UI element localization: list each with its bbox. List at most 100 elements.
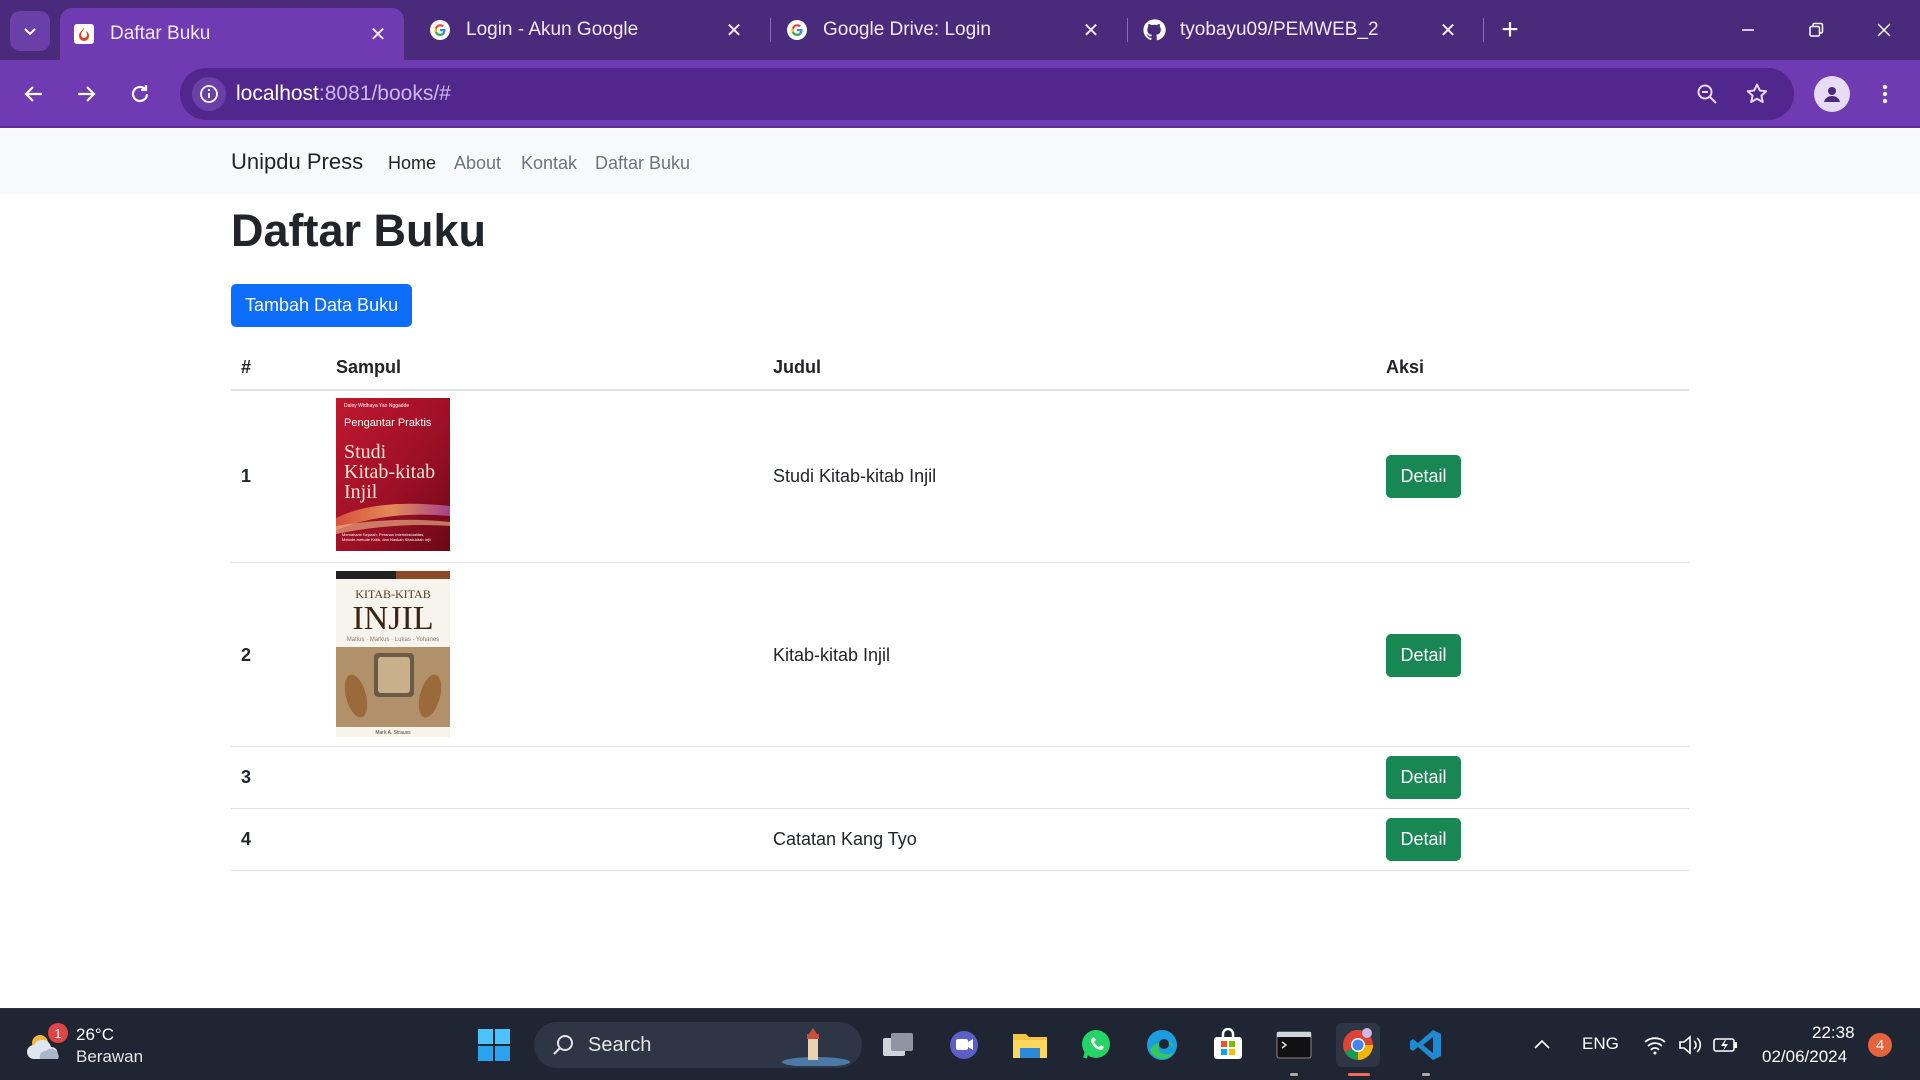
cover-title-big: INJIL	[352, 600, 433, 637]
reload-icon	[131, 85, 149, 103]
close-icon	[1877, 23, 1891, 37]
forward-button[interactable]	[68, 76, 104, 112]
nav-link-about[interactable]: About	[454, 153, 501, 174]
arrow-right-icon	[78, 86, 96, 102]
edge-browser-icon[interactable]	[1140, 1023, 1184, 1067]
close-icon[interactable]: ✕	[1434, 16, 1462, 44]
detail-button[interactable]: Detail	[1386, 634, 1461, 677]
close-icon[interactable]: ✕	[720, 16, 748, 44]
zoom-icon[interactable]	[1692, 79, 1722, 109]
row-number: 2	[241, 645, 252, 665]
detail-button[interactable]: Detail	[1386, 818, 1461, 861]
restore-icon	[1809, 22, 1824, 37]
close-icon[interactable]: ✕	[364, 20, 392, 48]
site-navbar: Unipdu Press Home About Kontak Daftar Bu…	[0, 130, 1920, 194]
github-icon	[1142, 18, 1166, 42]
book-cover-image: KITAB-KITAB INJIL Matius · Markus · Luka…	[336, 571, 450, 737]
microsoft-store-icon[interactable]	[1206, 1023, 1250, 1067]
url-text[interactable]: localhost:8081/books/#	[236, 82, 451, 106]
teams-chat-icon[interactable]	[942, 1023, 986, 1067]
chevron-up-icon[interactable]	[1520, 1023, 1564, 1067]
chevron-down-icon	[24, 28, 36, 36]
tab-title: Daftar Buku	[110, 23, 211, 44]
add-book-button[interactable]: Tambah Data Buku	[231, 284, 413, 327]
windows-taskbar: 1 26°C Berawan Search ENG 22:38 02/06/20…	[0, 1008, 1920, 1080]
clock-date[interactable]: 02/06/2024	[1762, 1047, 1847, 1067]
table-row: 4 Catatan Kang Tyo Detail	[231, 809, 1689, 871]
battery-charging-icon[interactable]	[1704, 1023, 1748, 1067]
row-number: 3	[241, 767, 252, 787]
address-bar[interactable]: localhost:8081/books/#	[180, 68, 1794, 120]
browser-toolbar: localhost:8081/books/#	[0, 60, 1920, 128]
detail-button[interactable]: Detail	[1386, 756, 1461, 799]
language-indicator[interactable]: ENG	[1582, 1034, 1619, 1054]
nav-link-daftar-buku[interactable]: Daftar Buku	[595, 153, 690, 174]
search-highlight-lighthouse-icon	[782, 1028, 850, 1066]
notification-count-badge[interactable]: 4	[1868, 1033, 1892, 1057]
cover-title-small: KITAB-KITAB	[355, 587, 430, 601]
whatsapp-icon[interactable]	[1074, 1023, 1118, 1067]
more-menu-icon[interactable]	[1870, 76, 1900, 112]
tab-separator	[1127, 18, 1128, 42]
tab-github-repo[interactable]: tyobayu09/PEMWEB_2 ✕	[1130, 8, 1474, 52]
book-title: Studi Kitab-kitab Injil	[773, 466, 937, 486]
header-judul: Judul	[773, 357, 821, 377]
minimize-button[interactable]	[1728, 12, 1768, 48]
task-view-icon[interactable]	[876, 1023, 920, 1067]
header-number: #	[241, 357, 252, 377]
running-indicator	[1290, 1073, 1298, 1076]
chrome-icon[interactable]	[1336, 1023, 1380, 1067]
weather-widget[interactable]: 1 26°C Berawan	[26, 1023, 146, 1067]
table-row: 1 Pengantar Praktis Studi Kitab-kitab In…	[231, 391, 1689, 563]
bookmark-star-icon[interactable]	[1742, 79, 1772, 109]
site-info-icon[interactable]	[192, 77, 226, 111]
profile-avatar-icon[interactable]	[1814, 76, 1850, 112]
table-header: # Sampul Judul Aksi	[231, 344, 1689, 391]
cover-title-small: Pengantar Praktis	[344, 417, 432, 429]
tab-google-drive-login[interactable]: Google Drive: Login ✕	[773, 8, 1117, 52]
tab-login-akun-google[interactable]: Login - Akun Google ✕	[416, 8, 760, 52]
cover-author: Daley Widhaya Yan Nggadde	[344, 403, 409, 409]
row-number: 1	[241, 466, 252, 486]
cover-subtitle: Memahami Sejarah, Peranan Intertekstuali…	[342, 532, 431, 542]
weather-badge: 1	[48, 1023, 68, 1043]
search-label: Search	[588, 1034, 652, 1056]
tab-title: tyobayu09/PEMWEB_2	[1180, 19, 1379, 40]
active-app-indicator	[1348, 1073, 1370, 1076]
reload-button[interactable]	[122, 76, 158, 112]
nav-link-home[interactable]: Home	[388, 153, 436, 174]
url-host: localhost	[236, 82, 319, 105]
arrow-left-icon	[24, 86, 42, 102]
table-row: 3 Detail	[231, 747, 1689, 809]
file-explorer-icon[interactable]	[1008, 1023, 1052, 1067]
book-title: Kitab-kitab Injil	[773, 645, 891, 665]
search-icon	[553, 1035, 573, 1055]
tab-search-button[interactable]	[10, 11, 50, 51]
books-table: # Sampul Judul Aksi 1 Pengantar Praktis	[231, 344, 1689, 871]
header-aksi: Aksi	[1386, 357, 1425, 377]
restore-button[interactable]	[1796, 12, 1836, 48]
close-icon[interactable]: ✕	[1077, 16, 1105, 44]
terminal-icon[interactable]	[1272, 1023, 1316, 1067]
clock-time[interactable]: 22:38	[1812, 1023, 1855, 1043]
taskbar-search-box[interactable]: Search	[534, 1022, 862, 1068]
back-button[interactable]	[16, 76, 52, 112]
cover-title-kitab: Kitab-kitab	[344, 461, 435, 483]
nav-link-kontak[interactable]: Kontak	[521, 153, 577, 174]
navbar-brand[interactable]: Unipdu Press	[231, 149, 363, 175]
windows-start-icon[interactable]	[472, 1023, 516, 1067]
table-row: 2 KITAB-KITAB INJIL Matius · Markus · Lu…	[231, 563, 1689, 747]
weather-temperature: 26°C	[76, 1025, 114, 1044]
vscode-icon[interactable]	[1404, 1023, 1448, 1067]
tab-daftar-buku[interactable]: Daftar Buku ✕	[60, 8, 404, 60]
cover-title-injil: Injil	[344, 481, 378, 503]
detail-button[interactable]: Detail	[1386, 455, 1461, 498]
running-indicator	[1422, 1073, 1430, 1076]
new-tab-button[interactable]: +	[1494, 13, 1526, 46]
cover-subtitle: Matius · Markus · Lukas · Yohanes	[347, 637, 439, 643]
tab-separator	[1483, 18, 1484, 42]
cover-author: Mark A. Strauss	[375, 730, 411, 736]
close-window-button[interactable]	[1864, 12, 1904, 48]
weather-condition: Berawan	[76, 1047, 144, 1066]
book-cover-image: Pengantar Praktis Studi Kitab-kitab Inji…	[336, 398, 450, 551]
